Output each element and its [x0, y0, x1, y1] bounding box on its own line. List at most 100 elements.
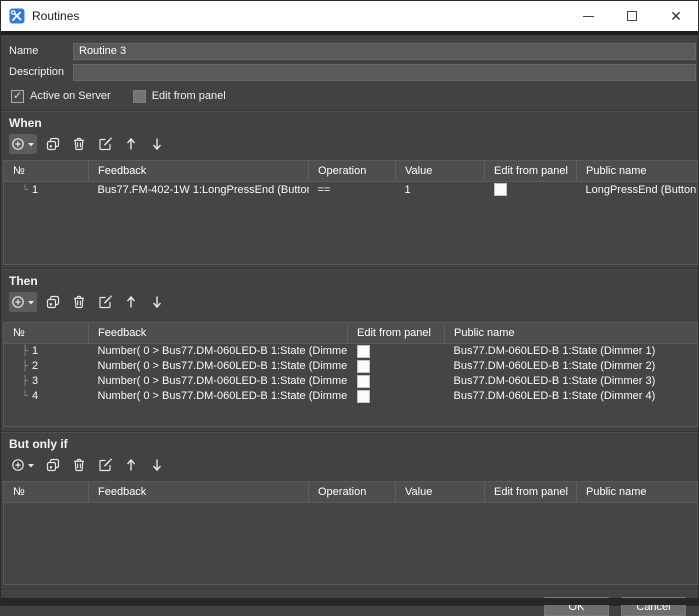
dropdown-arrow-icon — [27, 136, 35, 152]
row-number: 3 — [32, 375, 38, 387]
section-separator — [1, 268, 698, 270]
col-edit-from-panel[interactable]: Edit from panel — [348, 323, 445, 344]
active-on-server-label: Active on Server — [30, 90, 111, 102]
minimize-icon — [583, 16, 594, 17]
maximize-button[interactable] — [610, 1, 654, 31]
col-public-name[interactable]: Public name — [577, 161, 698, 182]
crossed-tools-icon — [9, 8, 25, 24]
row-public-name: LongPressEnd (Button 1) — [577, 182, 698, 198]
when-delete-button[interactable] — [69, 134, 89, 154]
when-move-up-button[interactable] — [121, 134, 141, 154]
dropdown-arrow-icon — [27, 457, 35, 473]
then-table-header: № Feedback Edit from panel Public name — [4, 323, 698, 344]
edit-from-panel-label: Edit from panel — [152, 90, 226, 102]
edit-icon — [97, 457, 113, 473]
duplicate-icon — [45, 457, 61, 473]
row-value: 1 — [396, 182, 485, 198]
but-only-if-add-button[interactable] — [9, 455, 37, 475]
row-edit-from-panel-checkbox[interactable] — [357, 345, 370, 358]
when-table: № Feedback Operation Value Edit from pan… — [3, 160, 698, 265]
row-edit-from-panel-checkbox[interactable] — [357, 360, 370, 373]
but-only-if-edit-button[interactable] — [95, 455, 115, 475]
edit-icon — [97, 136, 113, 152]
then-table-row[interactable]: ├2 Number( 0 > Bus77.DM-060LED-B 1:State… — [4, 359, 698, 374]
row-edit-from-panel-checkbox[interactable] — [357, 375, 370, 388]
but-only-if-toolbar — [9, 455, 698, 475]
tree-branch-icon: ├ — [22, 376, 28, 387]
col-number[interactable]: № — [4, 482, 89, 503]
move-down-icon — [150, 457, 164, 473]
minimize-button[interactable] — [566, 1, 610, 31]
tree-branch-icon: ├ — [22, 346, 28, 357]
row-public-name: Bus77.DM-060LED-B 1:State (Dimmer 2) — [445, 359, 698, 374]
active-on-server-checkbox[interactable] — [11, 90, 24, 103]
then-table-row[interactable]: └4 Number( 0 > Bus77.DM-060LED-B 1:State… — [4, 389, 698, 404]
name-input[interactable] — [73, 43, 696, 60]
but-only-if-delete-button[interactable] — [69, 455, 89, 475]
col-public-name[interactable]: Public name — [577, 482, 698, 503]
then-table-row[interactable]: ├ 1 Number( 0 > Bus77.DM-060LED-B 1:State… — [4, 344, 698, 359]
row-feedback: Bus77.FM-402-1W 1:LongPressEnd (Button 1… — [89, 182, 309, 198]
col-edit-from-panel[interactable]: Edit from panel — [485, 482, 577, 503]
when-move-down-button[interactable] — [147, 134, 167, 154]
edit-from-panel-checkbox[interactable] — [133, 90, 146, 103]
move-up-icon — [124, 457, 138, 473]
when-duplicate-button[interactable] — [43, 134, 63, 154]
but-only-if-duplicate-button[interactable] — [43, 455, 63, 475]
move-up-icon — [124, 136, 138, 152]
move-up-icon — [124, 294, 138, 310]
when-edit-button[interactable] — [95, 134, 115, 154]
tree-branch-icon: ├ — [22, 361, 28, 372]
then-table-row[interactable]: ├3 Number( 0 > Bus77.DM-060LED-B 1:State… — [4, 374, 698, 389]
col-value[interactable]: Value — [396, 161, 485, 182]
row-feedback: Number( 0 > Bus77.DM-060LED-B 1:State (D… — [89, 389, 348, 404]
col-feedback[interactable]: Feedback — [89, 323, 348, 344]
name-label: Name — [9, 45, 73, 57]
but-only-if-move-down-button[interactable] — [147, 455, 167, 475]
row-edit-from-panel-checkbox[interactable] — [357, 390, 370, 403]
dropdown-arrow-icon — [27, 294, 35, 310]
when-table-row[interactable]: └ 1 Bus77.FM-402-1W 1:LongPressEnd (Butto… — [4, 182, 698, 198]
row-operation: == — [309, 182, 396, 198]
col-operation[interactable]: Operation — [309, 161, 396, 182]
then-duplicate-button[interactable] — [43, 292, 63, 312]
col-number[interactable]: № — [4, 323, 89, 344]
close-button[interactable]: ✕ — [654, 1, 698, 31]
when-table-header: № Feedback Operation Value Edit from pan… — [4, 161, 698, 182]
then-edit-button[interactable] — [95, 292, 115, 312]
row-number: 1 — [32, 345, 38, 357]
col-public-name[interactable]: Public name — [445, 323, 698, 344]
delete-icon — [71, 136, 87, 152]
delete-icon — [71, 294, 87, 310]
window-bottom-edge — [1, 598, 698, 605]
row-public-name: Bus77.DM-060LED-B 1:State (Dimmer 4) — [445, 389, 698, 404]
move-down-icon — [150, 294, 164, 310]
row-number: 1 — [32, 184, 38, 196]
maximize-icon — [627, 11, 637, 21]
add-icon — [11, 457, 27, 473]
when-add-button[interactable] — [9, 134, 37, 154]
then-section-title: Then — [9, 274, 698, 289]
row-feedback: Number( 0 > Bus77.DM-060LED-B 1:State (D… — [89, 344, 348, 359]
row-public-name: Bus77.DM-060LED-B 1:State (Dimmer 1) — [445, 344, 698, 359]
col-operation[interactable]: Operation — [309, 482, 396, 503]
then-move-up-button[interactable] — [121, 292, 141, 312]
col-feedback[interactable]: Feedback — [89, 161, 309, 182]
col-value[interactable]: Value — [396, 482, 485, 503]
tree-branch-icon: └ — [22, 185, 28, 196]
titlebar: Routines ✕ — [1, 1, 698, 31]
then-add-button[interactable] — [9, 292, 37, 312]
section-separator — [1, 431, 698, 433]
add-icon — [11, 136, 27, 152]
col-feedback[interactable]: Feedback — [89, 482, 309, 503]
description-input[interactable] — [73, 64, 696, 81]
then-move-down-button[interactable] — [147, 292, 167, 312]
then-toolbar — [9, 292, 698, 312]
col-number[interactable]: № — [4, 161, 89, 182]
but-only-if-move-up-button[interactable] — [121, 455, 141, 475]
edit-icon — [97, 294, 113, 310]
col-edit-from-panel[interactable]: Edit from panel — [485, 161, 577, 182]
routine-form: Name Description Active on Server Edit f… — [1, 35, 698, 104]
then-delete-button[interactable] — [69, 292, 89, 312]
row-edit-from-panel-checkbox[interactable] — [494, 183, 507, 196]
